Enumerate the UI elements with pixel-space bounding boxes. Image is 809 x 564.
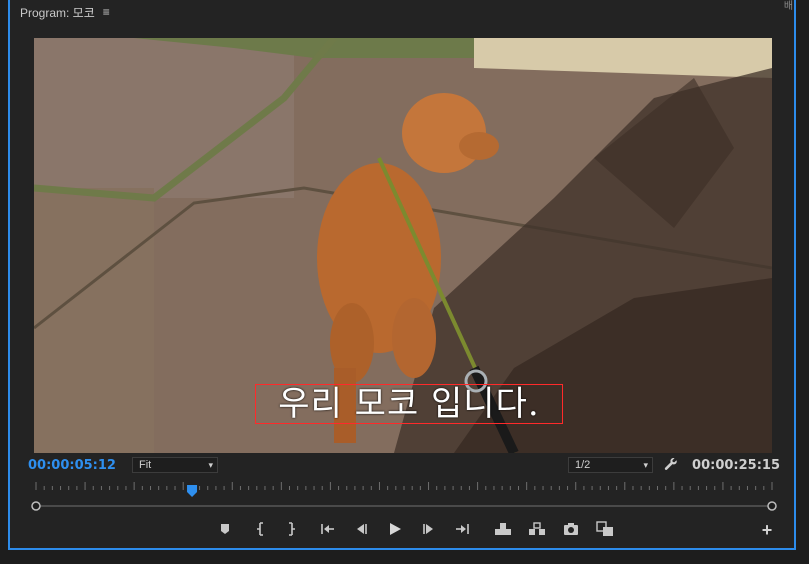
export-frame-button[interactable] xyxy=(554,518,588,540)
panel-header: Program: 모코 ≡ xyxy=(20,2,110,22)
export-frame-icon xyxy=(564,523,578,535)
zoom-level-value: Fit xyxy=(139,459,152,471)
program-monitor-panel: Program: 모코 ≡ 우리 모코 입니다. 00:00:05:12 Fit… xyxy=(8,0,796,550)
step-back-icon xyxy=(357,524,367,534)
step-back-button[interactable] xyxy=(344,518,378,540)
extract-button[interactable] xyxy=(520,518,554,540)
lift-icon xyxy=(495,523,511,535)
comparison-view-icon xyxy=(596,521,613,536)
step-forward-button[interactable] xyxy=(412,518,446,540)
comparison-view-button[interactable] xyxy=(588,518,622,540)
zoom-handle-right[interactable] xyxy=(767,501,777,511)
time-ruler[interactable] xyxy=(28,480,780,512)
panel-title[interactable]: Program: 모코 xyxy=(20,4,95,21)
lift-button[interactable] xyxy=(486,518,520,540)
step-forward-icon xyxy=(423,524,433,534)
program-monitor-viewer[interactable]: 우리 모코 입니다. xyxy=(34,38,772,453)
go-to-out-icon xyxy=(456,524,469,534)
go-to-in-icon xyxy=(321,524,334,534)
playhead-marker[interactable] xyxy=(187,485,198,497)
monitor-info-bar: 00:00:05:12 Fit ▾ 1/2 ▾ 00:00:25:15 xyxy=(28,457,780,475)
chevron-down-icon: ▾ xyxy=(643,460,648,470)
mark-in-button[interactable] xyxy=(242,518,276,540)
wrench-icon[interactable] xyxy=(664,457,678,474)
mark-out-button[interactable] xyxy=(276,518,310,540)
play-icon xyxy=(390,523,401,535)
transport-controls xyxy=(208,518,622,540)
caption-bounding-box[interactable]: 우리 모코 입니다. xyxy=(255,384,563,424)
playback-resolution-value: 1/2 xyxy=(575,459,591,471)
playhead-timecode[interactable]: 00:00:05:12 xyxy=(28,458,116,473)
go-to-in-button[interactable] xyxy=(310,518,344,540)
play-button[interactable] xyxy=(378,518,412,540)
duration-timecode: 00:00:25:15 xyxy=(692,458,780,473)
chevron-down-icon: ▾ xyxy=(208,460,213,470)
zoom-handle-left[interactable] xyxy=(31,501,41,511)
playback-resolution-dropdown[interactable]: 1/2 ▾ xyxy=(568,457,653,473)
caption-text[interactable]: 우리 모코 입니다. xyxy=(278,387,539,421)
add-marker-button[interactable] xyxy=(208,518,242,540)
go-to-out-button[interactable] xyxy=(446,518,480,540)
extract-icon xyxy=(529,522,545,535)
hamburger-menu-icon[interactable]: ≡ xyxy=(103,5,110,19)
button-editor-add-button[interactable]: + xyxy=(758,520,776,540)
mark-out-icon xyxy=(289,522,295,536)
mark-in-icon xyxy=(257,522,263,536)
zoom-level-dropdown[interactable]: Fit ▾ xyxy=(132,457,218,473)
adjacent-panel-fragment: 배 xyxy=(783,0,792,10)
add-marker-icon xyxy=(221,524,229,534)
